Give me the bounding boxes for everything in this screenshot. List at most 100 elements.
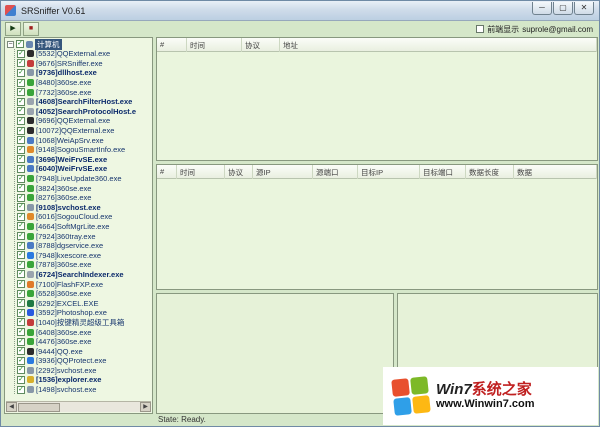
tree-item-process[interactable]: ✓[9736]dllhost.exe — [17, 68, 151, 78]
tree-item-process[interactable]: ✓[3936]QQProtect.exe — [17, 356, 151, 366]
tree-item-process[interactable]: ✓[7878]360se.exe — [17, 260, 151, 270]
process-checkbox[interactable]: ✓ — [17, 59, 25, 67]
tree-item-process[interactable]: ✓[9148]SogouSmartInfo.exe — [17, 145, 151, 155]
title-bar[interactable]: SRSniffer V0.61 ─ ▢ ✕ — [1, 1, 599, 21]
tree-item-process[interactable]: ✓[7732]360se.exe — [17, 87, 151, 97]
process-checkbox[interactable]: ✓ — [17, 136, 25, 144]
packet-table-column-header[interactable]: 数据长度 — [466, 165, 514, 179]
root-checkbox[interactable]: ✓ — [16, 40, 24, 48]
tree-item-process[interactable]: ✓[9108]svchost.exe — [17, 203, 151, 213]
tree-item-process[interactable]: ✓[1068]WeiApSrv.exe — [17, 135, 151, 145]
process-checkbox[interactable]: ✓ — [17, 366, 25, 374]
process-checkbox[interactable]: ✓ — [17, 69, 25, 77]
http-request-table-column-header[interactable]: # — [157, 38, 187, 52]
process-checkbox[interactable]: ✓ — [17, 155, 25, 163]
tree-horizontal-scrollbar[interactable]: ◀ ▶ — [6, 401, 151, 412]
process-checkbox[interactable]: ✓ — [17, 194, 25, 202]
process-checkbox[interactable]: ✓ — [17, 127, 25, 135]
process-checkbox[interactable]: ✓ — [17, 299, 25, 307]
process-checkbox[interactable]: ✓ — [17, 79, 25, 87]
packet-table-column-header[interactable]: 目标IP — [358, 165, 420, 179]
process-checkbox[interactable]: ✓ — [17, 88, 25, 96]
stop-capture-button[interactable]: ■ — [23, 22, 39, 36]
tree-item-process[interactable]: ✓[1498]svchost.exe — [17, 385, 151, 395]
http-request-table[interactable]: #时间协议地址 — [156, 37, 598, 161]
tree-item-process[interactable]: ✓[6016]SogouCloud.exe — [17, 212, 151, 222]
tree-item-process[interactable]: ✓[3824]360se.exe — [17, 183, 151, 193]
tree-item-process[interactable]: ✓[8788]dgservice.exe — [17, 241, 151, 251]
tree-item-process[interactable]: ✓[2292]svchost.exe — [17, 366, 151, 376]
maximize-button[interactable]: ▢ — [553, 2, 573, 15]
scroll-thumb[interactable] — [18, 403, 60, 412]
process-checkbox[interactable]: ✓ — [17, 270, 25, 278]
process-checkbox[interactable]: ✓ — [17, 146, 25, 154]
tree-item-process[interactable]: ✓[4608]SearchFilterHost.exe — [17, 97, 151, 107]
tree-item-process[interactable]: ✓[8276]360se.exe — [17, 193, 151, 203]
packet-table-column-header[interactable]: # — [157, 165, 177, 179]
tree-item-process[interactable]: ✓[3696]WeiFrvSE.exe — [17, 155, 151, 165]
process-checkbox[interactable]: ✓ — [17, 347, 25, 355]
process-checkbox[interactable]: ✓ — [17, 290, 25, 298]
packet-table[interactable]: #时间协议源IP源端口目标IP目标端口数据长度数据 — [156, 164, 598, 290]
scroll-left-icon[interactable]: ◀ — [6, 402, 17, 412]
tree-item-process[interactable]: ✓[5532]QQExternal.exe — [17, 49, 151, 59]
process-checkbox[interactable]: ✓ — [17, 318, 25, 326]
tree-item-process[interactable]: ✓[1040]按键精灵超级工具箱 — [17, 318, 151, 328]
tree-item-process[interactable]: ✓[6408]360se.exe — [17, 327, 151, 337]
process-checkbox[interactable]: ✓ — [17, 328, 25, 336]
http-request-table-column-header[interactable]: 时间 — [187, 38, 242, 52]
process-checkbox[interactable]: ✓ — [17, 261, 25, 269]
tree-root-computer[interactable]: − ✓ 计算机 — [7, 39, 151, 49]
tree-item-process[interactable]: ✓[7948]kxescore.exe — [17, 250, 151, 260]
tree-item-process[interactable]: ✓[6724]SearchIndexer.exe — [17, 270, 151, 280]
packet-table-column-header[interactable]: 协议 — [225, 165, 253, 179]
tree-item-process[interactable]: ✓[7924]360tray.exe — [17, 231, 151, 241]
tree-item-process[interactable]: ✓[9444]QQ.exe — [17, 346, 151, 356]
process-checkbox[interactable]: ✓ — [17, 251, 25, 259]
process-checkbox[interactable]: ✓ — [17, 184, 25, 192]
process-checkbox[interactable]: ✓ — [17, 175, 25, 183]
process-checkbox[interactable]: ✓ — [17, 165, 25, 173]
tree-item-process[interactable]: ✓[4476]360se.exe — [17, 337, 151, 347]
process-checkbox[interactable]: ✓ — [17, 232, 25, 240]
tree-item-process[interactable]: ✓[9676]SRSniffer.exe — [17, 59, 151, 69]
process-checkbox[interactable]: ✓ — [17, 50, 25, 58]
process-checkbox[interactable]: ✓ — [17, 386, 25, 394]
process-checkbox[interactable]: ✓ — [17, 203, 25, 211]
process-checkbox[interactable]: ✓ — [17, 280, 25, 288]
scroll-right-icon[interactable]: ▶ — [140, 402, 151, 412]
tree-item-process[interactable]: ✓[8480]360se.exe — [17, 78, 151, 88]
tree-item-process[interactable]: ✓[4052]SearchProtocolHost.e — [17, 107, 151, 117]
start-capture-button[interactable]: ▶ — [5, 22, 21, 36]
hex-view-left[interactable] — [156, 293, 394, 414]
tree-item-process[interactable]: ✓[7100]FlashFXP.exe — [17, 279, 151, 289]
tree-item-process[interactable]: ✓[6040]WeiFrvSE.exe — [17, 164, 151, 174]
process-checkbox[interactable]: ✓ — [17, 309, 25, 317]
packet-table-column-header[interactable]: 目标端口 — [420, 165, 466, 179]
tree-item-process[interactable]: ✓[1536]explorer.exe — [17, 375, 151, 385]
process-checkbox[interactable]: ✓ — [17, 338, 25, 346]
process-checkbox[interactable]: ✓ — [17, 357, 25, 365]
packet-table-column-header[interactable]: 时间 — [177, 165, 225, 179]
root-label[interactable]: 计算机 — [35, 39, 62, 50]
process-checkbox[interactable]: ✓ — [17, 107, 25, 115]
packet-table-column-header[interactable]: 源端口 — [313, 165, 358, 179]
process-checkbox[interactable]: ✓ — [17, 222, 25, 230]
tree-item-process[interactable]: ✓[9696]QQExternal.exe — [17, 116, 151, 126]
collapse-icon[interactable]: − — [7, 41, 14, 48]
process-checkbox[interactable]: ✓ — [17, 242, 25, 250]
tree-item-process[interactable]: ✓[10072]QQExternal.exe — [17, 126, 151, 136]
process-checkbox[interactable]: ✓ — [17, 376, 25, 384]
tree-item-process[interactable]: ✓[6528]360se.exe — [17, 289, 151, 299]
tree-item-process[interactable]: ✓[7948]LiveUpdate360.exe — [17, 174, 151, 184]
process-checkbox[interactable]: ✓ — [17, 98, 25, 106]
process-checkbox[interactable]: ✓ — [17, 213, 25, 221]
http-request-table-column-header[interactable]: 地址 — [280, 38, 597, 52]
packet-table-column-header[interactable]: 数据 — [514, 165, 597, 179]
close-button[interactable]: ✕ — [574, 2, 594, 15]
front-display-checkbox[interactable] — [476, 25, 484, 33]
minimize-button[interactable]: ─ — [532, 2, 552, 15]
tree-item-process[interactable]: ✓[4664]SoftMgrLite.exe — [17, 222, 151, 232]
http-request-table-column-header[interactable]: 协议 — [242, 38, 280, 52]
packet-table-column-header[interactable]: 源IP — [253, 165, 313, 179]
